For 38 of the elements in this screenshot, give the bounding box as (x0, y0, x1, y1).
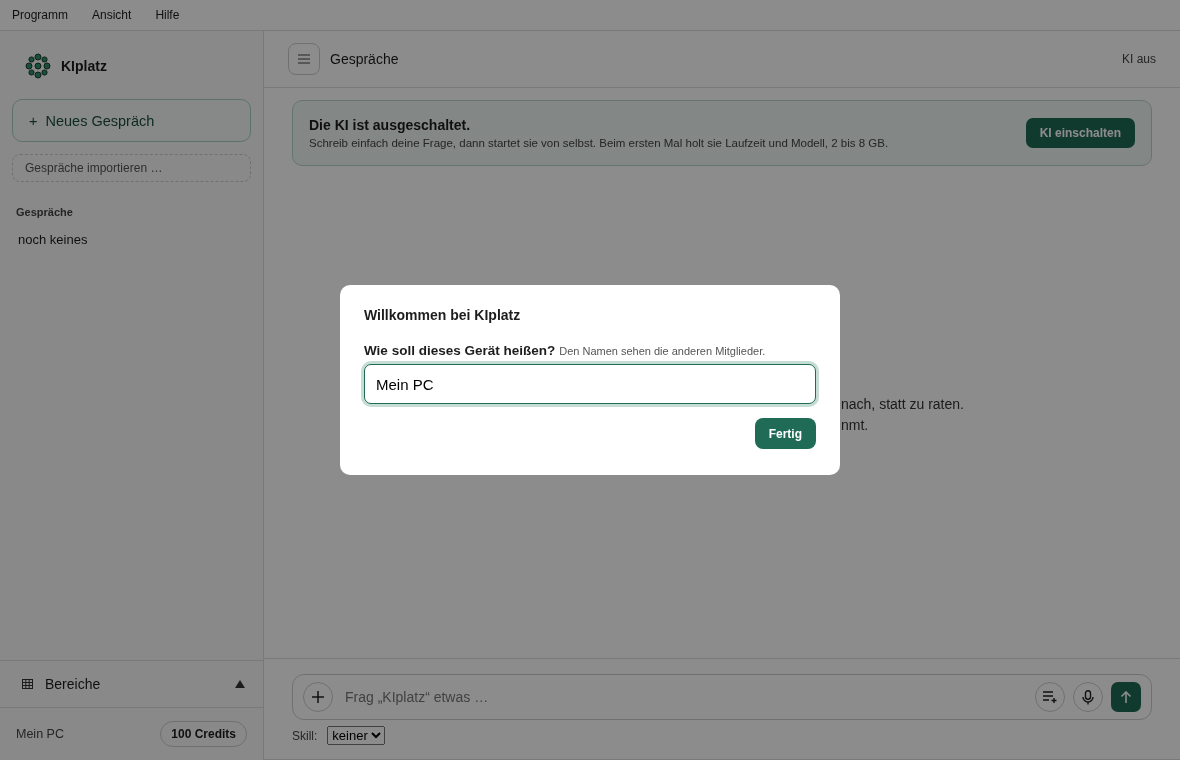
welcome-text: nach, statt zu raten. (841, 396, 965, 412)
areas-toggle[interactable]: Bereiche (0, 660, 263, 708)
menu-item[interactable]: Programm (12, 8, 68, 22)
add-button[interactable] (303, 682, 333, 712)
message-input[interactable]: Frag „KIplatz“ etwas … (341, 688, 1027, 706)
app-name: KIplatz (61, 58, 107, 74)
import-button[interactable]: Gespräche importieren … (12, 154, 251, 182)
menu-item[interactable]: Ansicht (92, 8, 132, 22)
welcome-text: nmt. (841, 417, 870, 433)
banner-text: Schreib einfach deine Frage, dann startet sie von selbst. Beim ersten Mal holt sie Laufzeit und Modell, 2 bis 8 GB. (309, 137, 889, 149)
menu-icon (298, 54, 310, 64)
ai-status: KI aus (1121, 52, 1156, 66)
plus-icon (311, 690, 325, 704)
device-name: Mein PC (16, 727, 64, 741)
skill-dropdown[interactable]: keiner (327, 726, 386, 745)
new-conversation-button[interactable]: + Neues Gespräch (12, 99, 251, 142)
microphone-icon (1082, 689, 1094, 705)
device-name-field[interactable]: Mein PC (364, 364, 816, 404)
dialog-title: Willkommen bei KIplatz (364, 307, 522, 323)
page-title: Gespräche (330, 51, 400, 67)
enable-ai-button[interactable]: KI einschalten (1025, 118, 1135, 148)
menu-item[interactable]: Hilfe (155, 8, 180, 22)
queue-button[interactable] (1035, 682, 1065, 712)
menu-button[interactable] (288, 43, 320, 75)
list-add-icon (1043, 691, 1057, 703)
send-button[interactable] (1111, 682, 1141, 712)
done-button[interactable]: Fertig (754, 418, 816, 449)
skill-label: Skill: (292, 728, 318, 743)
message-field[interactable]: Frag „KIplatz“ etwas … (292, 674, 1152, 720)
grid-icon (22, 679, 33, 689)
empty-list-text: noch keines (18, 232, 89, 247)
hint-text: Den Namen sehen die anderen Mitglieder. (559, 345, 766, 357)
banner-title: Die KI ist ausgeschaltet. (309, 117, 472, 133)
question-label: Wie soll dieses Gerät heißen? (364, 343, 556, 358)
section-title: Gespräche (16, 206, 74, 218)
microphone-button[interactable] (1073, 682, 1103, 712)
flower-logo-icon (25, 53, 51, 79)
arrow-up-icon (1120, 690, 1132, 704)
